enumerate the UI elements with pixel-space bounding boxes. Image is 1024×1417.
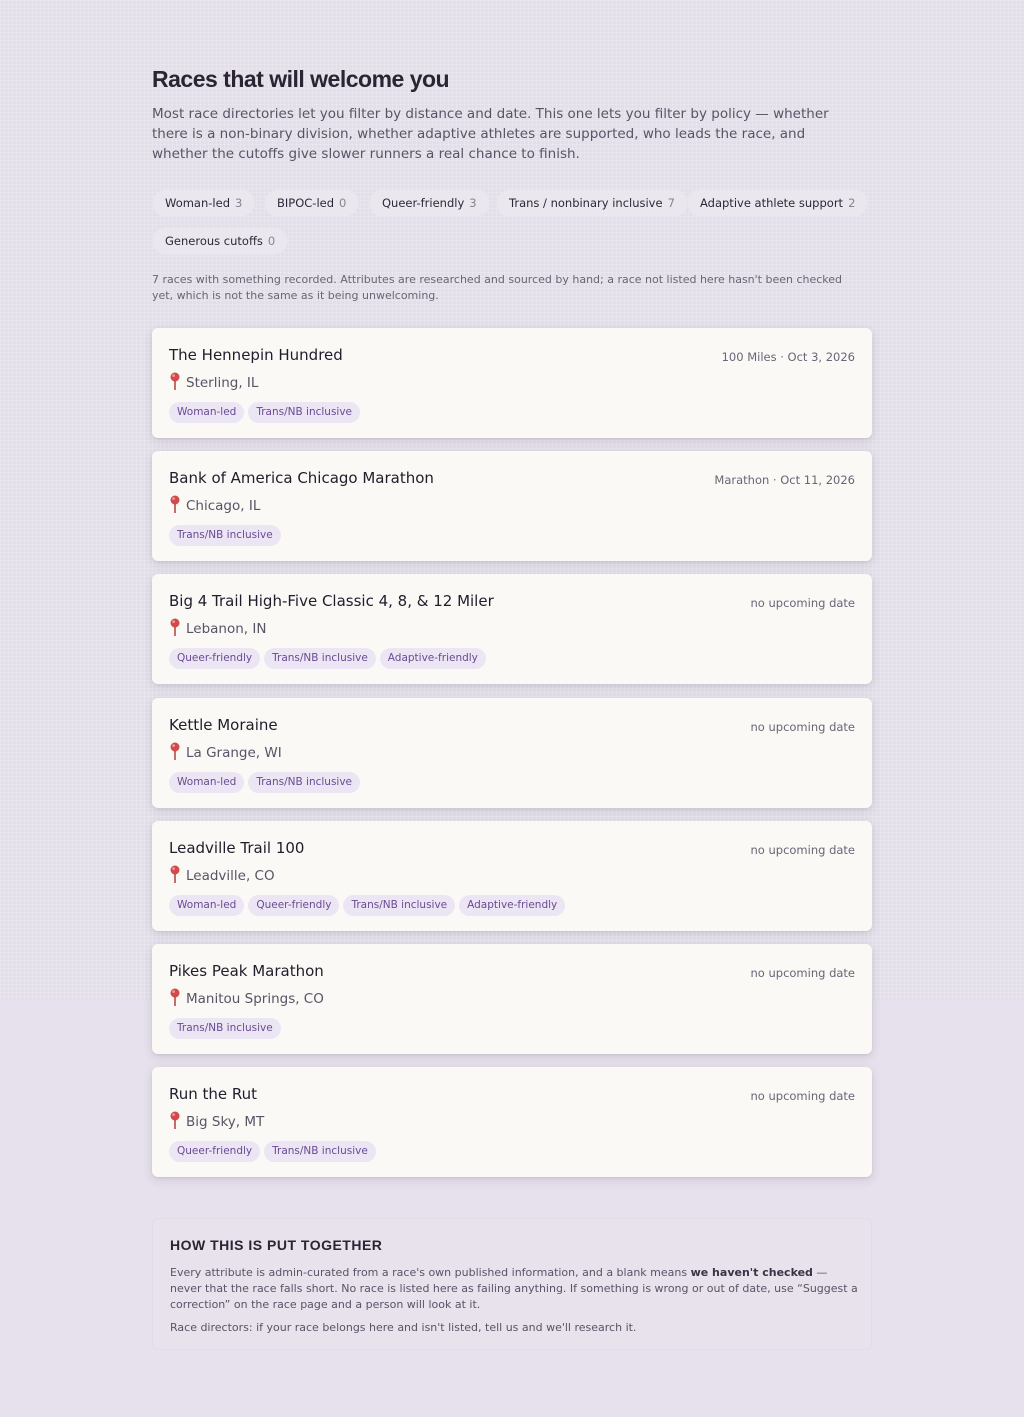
race-tags: Queer-friendly Trans/NB inclusive Adaptive… — [169, 646, 490, 669]
race-card[interactable]: Run the Rut no upcoming date Big Sky, MT… — [152, 1067, 872, 1177]
filter-chip-label: Adaptive athlete support — [700, 196, 844, 210]
tag-queer-friendly: Queer-friendly — [248, 895, 340, 916]
race-name[interactable]: Bank of America Chicago Marathon — [169, 469, 434, 487]
methodology-text: Every attribute is admin-curated from a … — [170, 1265, 860, 1313]
tag-adaptive-friendly: Adaptive-friendly — [379, 648, 486, 669]
map-pin-icon — [170, 742, 180, 760]
race-location: Sterling, IL — [169, 372, 258, 391]
tag-trans-nb-inclusive: Trans/NB inclusive — [343, 895, 456, 916]
race-tags: Woman-led Trans/NB inclusive — [169, 400, 364, 423]
race-distance-date: 100 Miles · Oct 3, 2026 — [721, 350, 855, 364]
filter-chip-trans-nonbinary-inclusive[interactable]: Trans / nonbinary inclusive 7 — [496, 189, 688, 217]
tag-woman-led: Woman-led — [169, 402, 245, 423]
race-name[interactable]: Leadville Trail 100 — [169, 839, 304, 857]
race-name[interactable]: Pikes Peak Marathon — [169, 962, 324, 980]
race-location: Big Sky, MT — [169, 1111, 264, 1130]
methodology-heading: HOW THIS IS PUT TOGETHER — [170, 1237, 383, 1253]
race-directors-note: Race directors: if your race belongs her… — [170, 1321, 637, 1334]
filter-chip-count: 2 — [848, 196, 856, 210]
methodology-text-part: Every attribute is admin-curated from a … — [170, 1266, 691, 1279]
race-name[interactable]: Big 4 Trail High-Five Classic 4, 8, & 12… — [169, 592, 494, 610]
tag-woman-led: Woman-led — [169, 772, 245, 793]
filter-chip-queer-friendly[interactable]: Queer-friendly 3 — [369, 189, 490, 217]
race-location: Lebanon, IN — [169, 618, 266, 637]
race-tags: Queer-friendly Trans/NB inclusive — [169, 1139, 380, 1162]
race-card[interactable]: The Hennepin Hundred 100 Miles · Oct 3, … — [152, 328, 872, 438]
map-pin-icon — [170, 618, 180, 636]
filter-chip-count: 0 — [267, 234, 276, 248]
tag-trans-nb-inclusive: Trans/NB inclusive — [264, 648, 376, 669]
tag-trans-nb-inclusive: Trans/NB inclusive — [248, 772, 361, 793]
filter-chip-woman-led[interactable]: Woman-led 3 — [152, 189, 256, 217]
filter-chip-label: Generous cutoffs — [165, 234, 263, 248]
filter-chip-label: Trans / nonbinary inclusive — [509, 196, 663, 210]
filter-chip-label: Queer-friendly — [382, 196, 465, 210]
methodology-box: HOW THIS IS PUT TOGETHER Every attribute… — [152, 1218, 872, 1350]
filter-chip-label: BIPOC-led — [277, 196, 335, 210]
race-name[interactable]: Kettle Moraine — [169, 716, 278, 734]
tag-trans-nb-inclusive: Trans/NB inclusive — [169, 1018, 281, 1039]
tag-trans-nb-inclusive: Trans/NB inclusive — [248, 402, 361, 423]
race-location-text: Sterling, IL — [186, 375, 259, 391]
map-pin-icon — [170, 372, 180, 390]
race-tags: Trans/NB inclusive — [169, 1016, 285, 1039]
filter-chip-generous-cutoffs[interactable]: Generous cutoffs 0 — [152, 227, 289, 255]
race-name[interactable]: Run the Rut — [169, 1085, 257, 1103]
race-card[interactable]: Leadville Trail 100 no upcoming date Lea… — [152, 821, 872, 931]
results-count-note: 7 races with something recorded. Attribu… — [152, 273, 843, 302]
filter-chip-bipoc-led[interactable]: BIPOC-led 0 — [264, 189, 360, 217]
race-tags: Woman-led Queer-friendly Trans/NB inclusiv… — [169, 893, 569, 916]
tag-trans-nb-inclusive: Trans/NB inclusive — [169, 525, 281, 546]
race-location-text: Chicago, IL — [186, 498, 261, 514]
map-pin-icon — [170, 495, 180, 513]
tag-woman-led: Woman-led — [169, 895, 245, 916]
tag-adaptive-friendly: Adaptive-friendly — [459, 895, 566, 916]
race-name[interactable]: The Hennepin Hundred — [169, 346, 343, 364]
race-tags: Trans/NB inclusive — [169, 523, 285, 546]
filter-chip-count: 3 — [235, 196, 243, 210]
methodology-emphasis: we haven't checked — [690, 1266, 813, 1279]
race-distance-date: no upcoming date — [750, 596, 856, 610]
race-location: La Grange, WI — [169, 742, 282, 761]
filter-chip-count: 7 — [667, 196, 675, 210]
intro-text: Most race directories let you filter by … — [152, 106, 829, 162]
map-pin-icon — [170, 988, 180, 1006]
tag-queer-friendly: Queer-friendly — [169, 1141, 261, 1162]
race-card[interactable]: Bank of America Chicago Marathon Maratho… — [152, 451, 872, 561]
race-location-text: Leadville, CO — [186, 868, 275, 884]
race-distance-date: no upcoming date — [750, 1089, 856, 1103]
race-location-text: Lebanon, IN — [186, 621, 267, 637]
tag-queer-friendly: Queer-friendly — [169, 648, 261, 669]
race-distance-date: no upcoming date — [750, 966, 856, 980]
race-card[interactable]: Big 4 Trail High-Five Classic 4, 8, & 12… — [152, 574, 872, 684]
tag-trans-nb-inclusive: Trans/NB inclusive — [264, 1141, 376, 1162]
map-pin-icon — [170, 865, 180, 883]
race-distance-date: no upcoming date — [750, 843, 856, 857]
filter-chip-adaptive-athlete-support[interactable]: Adaptive athlete support 2 — [687, 189, 869, 217]
race-tags: Woman-led Trans/NB inclusive — [169, 770, 364, 793]
race-location-text: Big Sky, MT — [186, 1114, 265, 1130]
race-location-text: La Grange, WI — [186, 745, 282, 761]
race-card[interactable]: Pikes Peak Marathon no upcoming date Man… — [152, 944, 872, 1054]
race-distance-date: Marathon · Oct 11, 2026 — [714, 473, 855, 487]
race-location-text: Manitou Springs, CO — [186, 991, 324, 1007]
filter-chip-count: 0 — [339, 196, 347, 210]
race-location: Chicago, IL — [169, 495, 260, 514]
map-pin-icon — [170, 1111, 180, 1129]
page-title: Races that will welcome you — [152, 66, 450, 92]
race-card[interactable]: Kettle Moraine no upcoming date La Grang… — [152, 698, 872, 808]
race-location: Manitou Springs, CO — [169, 988, 324, 1007]
race-distance-date: no upcoming date — [750, 720, 856, 734]
filter-chip-count: 3 — [469, 196, 477, 210]
filter-chip-label: Woman-led — [165, 196, 230, 210]
race-location: Leadville, CO — [169, 865, 275, 884]
